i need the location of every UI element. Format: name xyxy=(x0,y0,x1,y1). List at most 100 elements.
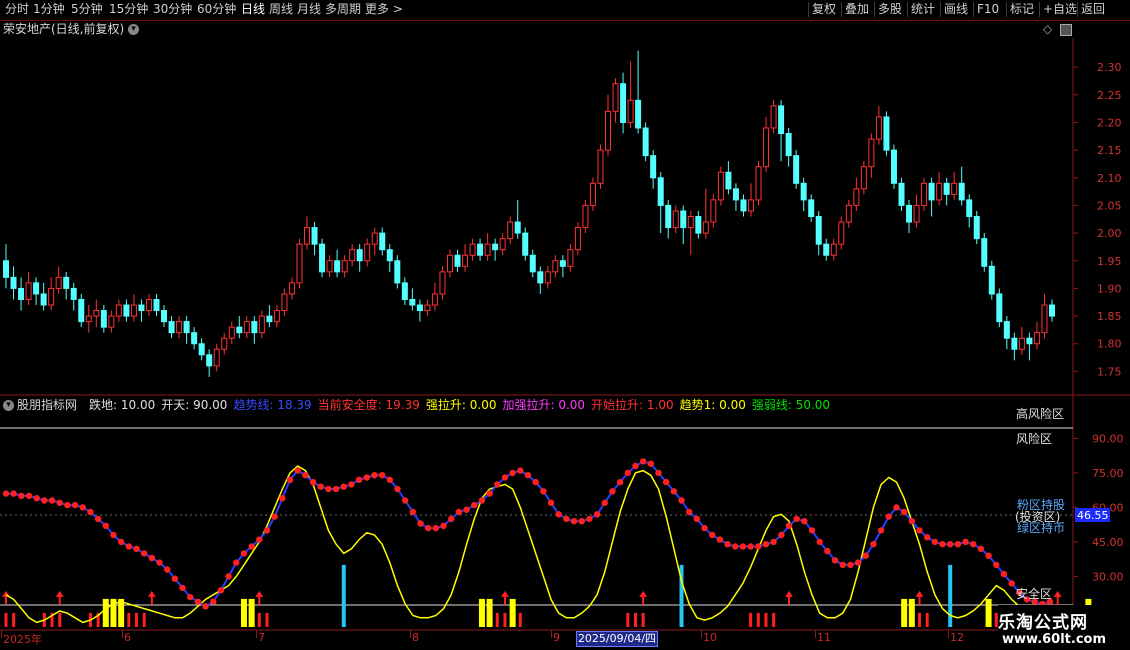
toolbar-8[interactable]: 月线 xyxy=(297,0,321,19)
candle-body xyxy=(168,321,175,334)
price-tick-label: 2.10 xyxy=(1097,172,1122,185)
candle-body xyxy=(401,282,408,300)
safety-dot xyxy=(432,524,440,532)
candle-body xyxy=(349,249,356,262)
safety-dot xyxy=(916,527,923,534)
toolbar-right-3[interactable]: 统计 xyxy=(911,0,935,19)
safety-dot xyxy=(939,541,946,548)
safety-dot xyxy=(555,511,562,518)
diamond-icon[interactable]: ◇ xyxy=(1043,22,1052,36)
red-bar xyxy=(925,612,929,627)
candle-body xyxy=(93,310,100,317)
safety-dot xyxy=(993,561,1000,569)
candle-body xyxy=(469,243,476,256)
safety-dot xyxy=(340,483,347,490)
watermark: 乐淘公式网 www.60lt.com xyxy=(998,605,1130,650)
toolbar-3[interactable]: 15分钟 xyxy=(109,0,148,19)
candle-body xyxy=(416,304,423,312)
candle-body xyxy=(484,243,491,256)
price-tick-label: 1.90 xyxy=(1097,282,1122,295)
safety-dot xyxy=(348,481,355,488)
safety-dot xyxy=(877,527,885,534)
safety-dot xyxy=(225,573,232,580)
chevron-down-icon[interactable]: ▾ xyxy=(128,24,140,35)
candle-body xyxy=(883,116,890,151)
safety-dot xyxy=(140,550,148,557)
candle-body xyxy=(800,182,807,201)
safety-dot xyxy=(463,506,470,513)
red-bar xyxy=(633,612,637,627)
indicator-field-3: 当前安全度: 19.39 xyxy=(317,398,420,412)
candle-body xyxy=(33,282,40,295)
candle-body xyxy=(567,249,574,267)
indicator-field-7: 趋势1: 0.00 xyxy=(679,398,746,412)
candle-body xyxy=(1026,337,1033,345)
candle-body xyxy=(492,243,499,251)
red-bar xyxy=(58,612,62,627)
safety-dot xyxy=(148,554,156,562)
safety-dot xyxy=(632,462,639,470)
candle-body xyxy=(680,210,687,229)
yellow-bar xyxy=(908,598,915,627)
candle-body xyxy=(725,171,732,190)
toolbar-right-1[interactable]: 叠加 xyxy=(845,0,869,19)
toolbar-2[interactable]: 5分钟 xyxy=(71,0,103,19)
candle-body xyxy=(462,254,469,267)
price-tick-label: 1.75 xyxy=(1097,365,1122,378)
candle-body xyxy=(559,260,566,267)
toolbar-9[interactable]: 多周期 xyxy=(325,0,361,19)
indicator-chevron-icon[interactable]: ▾ xyxy=(3,400,14,411)
safety-dot xyxy=(401,497,409,504)
candle-body xyxy=(898,182,905,206)
safety-dot xyxy=(900,508,908,516)
safety-dot xyxy=(593,511,601,518)
safety-dot xyxy=(870,541,877,548)
toolbar-10[interactable]: 更多 > xyxy=(365,0,403,19)
candle-body xyxy=(702,221,709,234)
indicator-name[interactable]: 股朋指标网 xyxy=(17,398,77,412)
safety-dot xyxy=(240,550,248,557)
panel-toggle-icon[interactable] xyxy=(1060,24,1072,36)
toolbar-right-5[interactable]: F10 xyxy=(977,0,999,19)
safety-dot xyxy=(217,587,225,594)
toolbar-right-0[interactable]: 复权 xyxy=(812,0,836,19)
candle-body xyxy=(642,127,649,157)
candle-body xyxy=(808,199,815,218)
candle-body xyxy=(936,182,943,201)
toolbar-right-2[interactable]: 多股 xyxy=(878,0,902,19)
safety-dot xyxy=(187,593,194,601)
toolbar-0[interactable]: 分时 xyxy=(5,0,29,19)
toolbar-right-8[interactable]: 返回 xyxy=(1081,0,1105,19)
indicator-fields: 跌地: 10.00 开天: 90.00 趋势线: 18.39 当前安全度: 19.39… xyxy=(83,398,836,412)
toolbar-right-6[interactable]: 标记 xyxy=(1010,0,1034,19)
safety-dot xyxy=(755,543,762,550)
safety-dot xyxy=(94,515,102,523)
toolbar-1[interactable]: 1分钟 xyxy=(33,0,65,19)
toolbar-5[interactable]: 60分钟 xyxy=(197,0,236,19)
safety-dot xyxy=(417,520,424,527)
price-tick-label: 2.00 xyxy=(1097,227,1122,240)
candle-body xyxy=(890,149,897,184)
toolbar-4[interactable]: 30分钟 xyxy=(153,0,192,19)
stock-title[interactable]: 荣安地产(日线,前复权) ▾ xyxy=(3,20,140,38)
toolbar-right-7[interactable]: +自选 xyxy=(1043,0,1077,19)
safety-dot xyxy=(831,557,839,564)
ind-tick-label: 90.00 xyxy=(1092,432,1124,445)
candle-body xyxy=(63,276,70,289)
date-tick xyxy=(256,630,257,638)
candle-body xyxy=(221,337,228,350)
candle-body xyxy=(672,210,679,229)
toolbar-right-4[interactable]: 画线 xyxy=(944,0,968,19)
price-tick-label: 2.30 xyxy=(1097,61,1122,74)
safety-dot xyxy=(655,469,662,477)
candle-body xyxy=(18,287,25,300)
toolbar-7[interactable]: 周线 xyxy=(269,0,293,19)
safety-dot xyxy=(494,481,501,488)
safety-dot xyxy=(332,485,340,493)
price-tick-label: 2.05 xyxy=(1097,199,1122,212)
candle-body xyxy=(477,243,484,256)
candle-body xyxy=(875,116,882,140)
safety-dot xyxy=(808,527,816,534)
candle-body xyxy=(3,260,9,278)
toolbar-6[interactable]: 日线 xyxy=(241,0,265,19)
